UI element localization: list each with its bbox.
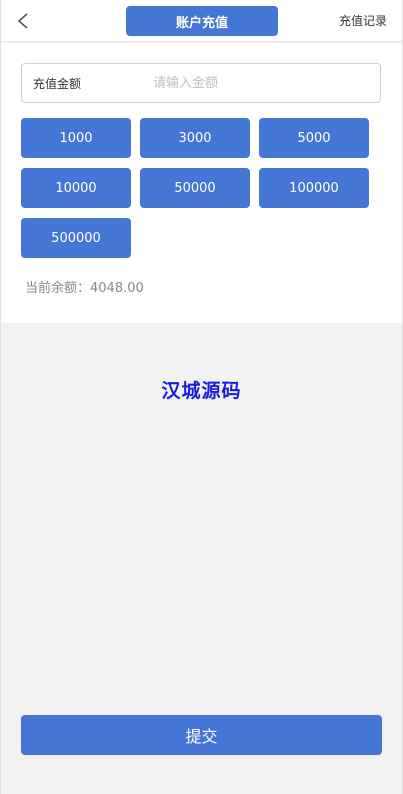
preset-amount-button[interactable]: 500000 — [21, 218, 131, 258]
current-balance: 当前余额：4048.00 — [25, 281, 144, 296]
preset-amount-button[interactable]: 100000 — [259, 168, 369, 208]
preset-amount-button[interactable]: 5000 — [259, 118, 369, 158]
page-title: 账户充值 — [126, 6, 278, 36]
recharge-records-link[interactable]: 充值记录 — [339, 12, 387, 29]
header-bar: 账户充值 充值记录 — [1, 0, 402, 42]
preset-amount-button[interactable]: 10000 — [21, 168, 131, 208]
back-button[interactable] — [11, 9, 35, 33]
amount-input[interactable] — [153, 65, 380, 101]
amount-label: 充值金额 — [33, 76, 82, 91]
preset-amount-button[interactable]: 1000 — [21, 118, 131, 158]
watermark-text: 汉城源码 — [161, 380, 242, 402]
preset-amount-button[interactable]: 3000 — [140, 118, 250, 158]
chevron-left-icon — [17, 13, 28, 29]
recharge-card: 充值金额 1000 3000 5000 10000 50000 100000 5… — [1, 43, 402, 323]
preset-amounts: 1000 3000 5000 10000 50000 100000 500000 — [21, 118, 381, 258]
preset-amount-button[interactable]: 50000 — [140, 168, 250, 208]
submit-button[interactable]: 提交 — [21, 715, 382, 755]
recharge-page: 账户充值 充值记录 充值金额 1000 3000 5000 10000 5000… — [0, 0, 403, 794]
amount-field: 充值金额 — [21, 63, 381, 103]
